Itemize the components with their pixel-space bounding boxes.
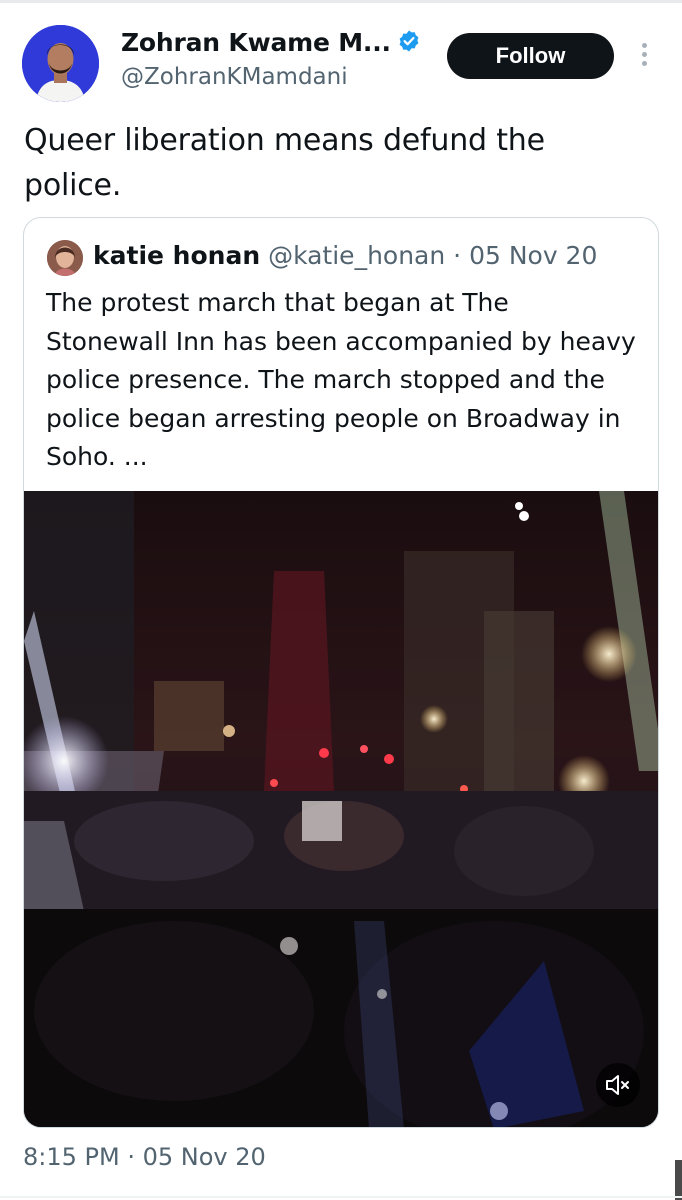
quoted-author-name[interactable]: katie honan bbox=[93, 241, 260, 270]
tweet-text: Queer liberation means defund the police… bbox=[24, 123, 545, 203]
more-vertical-icon[interactable] bbox=[634, 40, 654, 70]
quoted-date: · 05 Nov 20 bbox=[453, 241, 598, 270]
author-name-row[interactable]: Zohran Kwame M... bbox=[121, 28, 421, 57]
quoted-header: katie honan @katie_honan · 05 Nov 20 bbox=[93, 241, 597, 270]
author-handle[interactable]: @ZohranKMamdani bbox=[121, 64, 348, 90]
verified-badge-icon bbox=[397, 29, 421, 57]
follow-button[interactable]: Follow bbox=[447, 33, 614, 79]
tweet-timestamp[interactable]: 8:15 PM · 05 Nov 20 bbox=[23, 1143, 266, 1171]
quoted-author-avatar[interactable] bbox=[47, 240, 83, 276]
video-frame bbox=[24, 491, 658, 1127]
author-display-name[interactable]: Zohran Kwame M... bbox=[121, 28, 391, 57]
scrollbar[interactable] bbox=[675, 1160, 682, 1200]
quoted-author-handle[interactable]: @katie_honan bbox=[268, 241, 445, 270]
tweet: Zohran Kwame M... @ZohranKMamdani Follow… bbox=[0, 0, 682, 1200]
top-divider bbox=[0, 0, 682, 3]
quoted-text: The protest march that began at The Ston… bbox=[46, 288, 636, 471]
author-avatar[interactable] bbox=[22, 25, 99, 102]
bottom-divider bbox=[0, 1196, 682, 1198]
quoted-tweet[interactable]: katie honan @katie_honan · 05 Nov 20 The… bbox=[23, 217, 659, 1128]
volume-muted-icon[interactable] bbox=[596, 1063, 640, 1107]
video-player[interactable] bbox=[24, 491, 658, 1127]
